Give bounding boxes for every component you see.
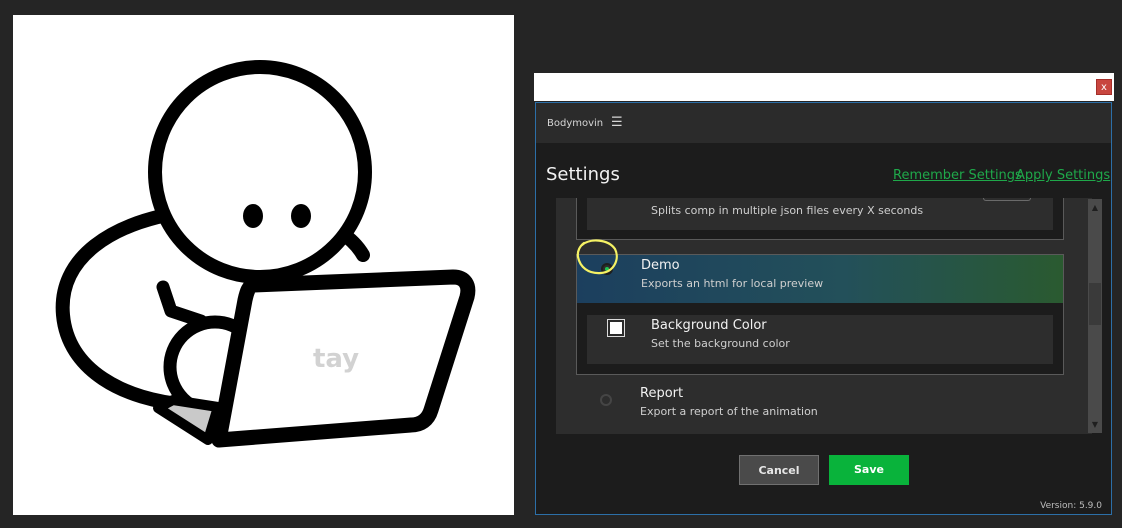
left-eye	[243, 204, 263, 228]
window-titlebar: x	[534, 73, 1114, 101]
hamburger-menu-icon[interactable]: ☰	[611, 115, 623, 130]
bodymovin-panel: Bodymovin ☰ Settings Remember Settings A…	[535, 102, 1112, 515]
background-color-description: Set the background color	[651, 337, 790, 350]
background-color-option[interactable]: Background Color Set the background colo…	[587, 315, 1053, 364]
split-option[interactable]: 10 Splits comp in multiple json files ev…	[587, 198, 1053, 230]
scroll-down-icon[interactable]: ▼	[1088, 420, 1102, 429]
page-title: Settings	[546, 164, 620, 185]
panel-header: Bodymovin ☰	[536, 103, 1111, 143]
right-eye	[291, 204, 311, 228]
app-name: Bodymovin	[547, 118, 604, 129]
settings-list: 10 Splits comp in multiple json files ev…	[556, 198, 1092, 434]
background-color-swatch[interactable]	[608, 320, 624, 336]
scrollbar-thumb[interactable]	[1089, 283, 1101, 325]
settings-scrollbar[interactable]: ▲ ▼	[1088, 199, 1102, 433]
head-shape	[148, 60, 372, 284]
close-button[interactable]: x	[1096, 79, 1112, 95]
scroll-up-icon[interactable]: ▲	[1088, 203, 1102, 212]
report-radio[interactable]	[600, 394, 612, 406]
demo-option-group: Demo Exports an html for local preview B…	[576, 254, 1064, 375]
split-seconds-input[interactable]: 10	[983, 198, 1031, 201]
report-description: Export a report of the animation	[640, 405, 818, 418]
background-color-title: Background Color	[651, 318, 767, 333]
demo-title: Demo	[641, 258, 680, 273]
save-button[interactable]: Save	[829, 455, 909, 485]
version-label: Version: 5.9.0	[1040, 501, 1102, 511]
demo-description: Exports an html for local preview	[641, 277, 824, 290]
watermark-text: tay	[313, 344, 359, 374]
remember-settings-link[interactable]: Remember Settings	[893, 168, 1022, 183]
highlight-annotation	[576, 239, 618, 275]
split-option-group: 10 Splits comp in multiple json files ev…	[576, 198, 1064, 240]
report-option[interactable]: Report Export a report of the animation	[576, 383, 1064, 431]
demo-option[interactable]: Demo Exports an html for local preview	[577, 255, 1063, 303]
apply-settings-link[interactable]: Apply Settings	[1016, 168, 1110, 183]
person-laptop-illustration: tay	[55, 60, 476, 448]
split-description: Splits comp in multiple json files every…	[651, 204, 924, 217]
preview-image: tay	[13, 15, 514, 515]
cancel-button[interactable]: Cancel	[739, 455, 819, 485]
report-title: Report	[640, 386, 684, 401]
